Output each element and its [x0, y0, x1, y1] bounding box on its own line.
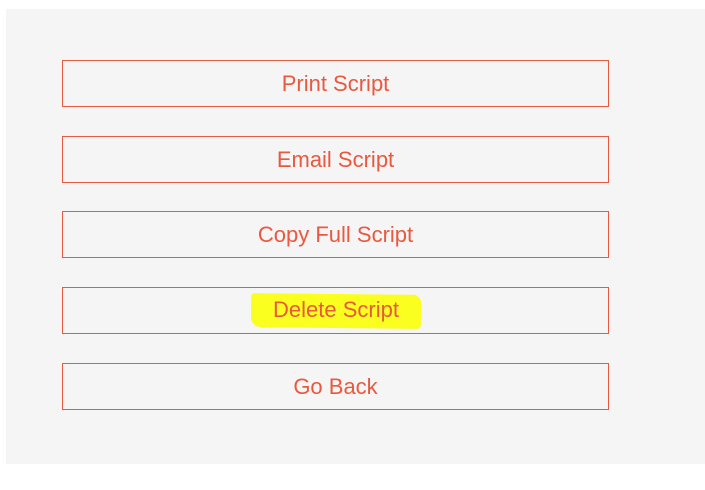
copy-full-script-button[interactable]: Copy Full Script [62, 211, 609, 258]
email-script-label: Email Script [276, 146, 395, 172]
copy-full-script-label: Copy Full Script [257, 221, 414, 247]
script-actions-panel: Print Script Email Script Copy Full Scri… [6, 9, 705, 464]
print-script-button[interactable]: Print Script [62, 60, 609, 107]
email-script-button[interactable]: Email Script [62, 136, 609, 183]
print-script-label: Print Script [281, 70, 390, 96]
delete-script-highlight: Delete Script [250, 293, 420, 329]
delete-script-label: Delete Script [272, 296, 399, 322]
delete-script-button[interactable]: Delete Script [62, 287, 609, 334]
go-back-label: Go Back [293, 373, 378, 399]
go-back-button[interactable]: Go Back [62, 363, 609, 410]
